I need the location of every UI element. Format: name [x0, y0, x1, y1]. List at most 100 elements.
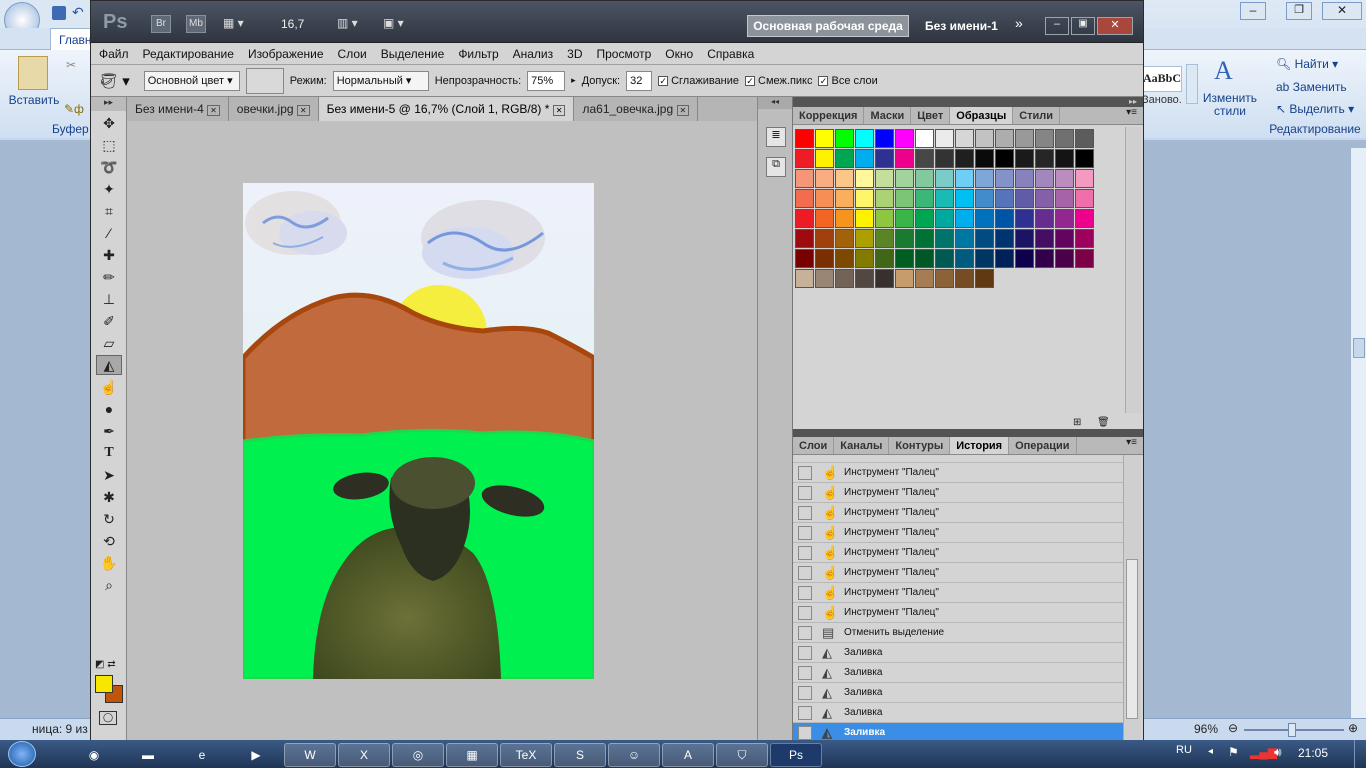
paste-icon[interactable] [18, 56, 48, 90]
history-snapshot-checkbox[interactable] [798, 485, 812, 500]
default-colors-icon[interactable]: ◩ ⇄ [95, 659, 116, 670]
color-swatch[interactable] [1035, 209, 1054, 228]
color-swatch[interactable] [1055, 189, 1074, 208]
menu-filter[interactable]: Фильтр [458, 47, 498, 61]
color-swatch[interactable] [1035, 249, 1054, 268]
antialias-checkbox[interactable]: ✓ Сглаживание [658, 75, 739, 87]
move-tool-icon[interactable]: ✥ [96, 113, 122, 133]
color-swatch[interactable] [815, 189, 834, 208]
history-scroll-thumb[interactable] [1126, 559, 1138, 719]
zoom-tool-icon[interactable]: ⌕ [96, 575, 122, 595]
paint-bucket-tool-preset-icon[interactable]: 🪣︎ ▾ [99, 72, 130, 90]
history-state[interactable]: ◭ Заливка [793, 703, 1123, 723]
tab-paths[interactable]: Контуры [889, 437, 951, 454]
color-swatch[interactable] [815, 269, 834, 288]
clone-stamp-tool-icon[interactable]: ⊥ [96, 289, 122, 309]
all-layers-checkbox[interactable]: ✓ Все слои [818, 75, 878, 87]
history-state[interactable]: ☝ Инструмент "Палец" [793, 563, 1123, 583]
bridge-button[interactable]: Br [151, 15, 171, 33]
color-swatch[interactable] [855, 229, 874, 248]
opacity-slider-toggle[interactable]: ▸ [571, 75, 576, 86]
color-swatch[interactable] [915, 189, 934, 208]
color-swatch[interactable] [815, 149, 834, 168]
history-snapshot-checkbox[interactable] [798, 465, 812, 480]
photoshop-icon[interactable]: Ps [770, 743, 822, 767]
color-swatch[interactable] [835, 189, 854, 208]
panel-menu-icon[interactable]: ▾≡ [1126, 107, 1143, 124]
color-swatch[interactable] [1055, 149, 1074, 168]
color-swatch[interactable] [955, 149, 974, 168]
color-swatch[interactable] [875, 169, 894, 188]
color-swatch[interactable] [855, 249, 874, 268]
change-styles-icon[interactable]: A [1214, 56, 1233, 86]
history-state[interactable]: ☝ Инструмент "Палец" [793, 583, 1123, 603]
color-swatch[interactable] [895, 209, 914, 228]
style-gallery-scroll[interactable] [1186, 64, 1198, 104]
color-swatch[interactable] [895, 169, 914, 188]
color-swatch[interactable] [855, 149, 874, 168]
color-swatch[interactable] [875, 209, 894, 228]
mode-select[interactable]: Нормальный ▾ [332, 70, 429, 91]
screen-mode-button[interactable]: ▣ ▾ [383, 16, 404, 30]
history-state[interactable]: ◭ Заливка [793, 683, 1123, 703]
magic-wand-tool-icon[interactable]: ✦ [96, 179, 122, 199]
color-swatch[interactable] [855, 169, 874, 188]
history-state[interactable]: ☝ Инструмент "Палец" [793, 503, 1123, 523]
ps-maximize-icon[interactable]: ▣ [1071, 17, 1095, 35]
color-swatch[interactable] [835, 249, 854, 268]
history-state[interactable]: ☝ Инструмент "Палец" [793, 603, 1123, 623]
color-swatch[interactable] [815, 129, 834, 148]
zoom-in-icon[interactable]: ⊕ [1348, 721, 1358, 735]
dock-expand-icon[interactable]: ◂◂ [758, 97, 792, 109]
format-painter-icon[interactable]: ✎ф [64, 102, 84, 116]
skype-icon[interactable]: S [554, 743, 606, 767]
color-swatch[interactable] [835, 149, 854, 168]
color-swatch[interactable] [1035, 129, 1054, 148]
color-swatch[interactable] [895, 149, 914, 168]
color-swatch[interactable] [1035, 229, 1054, 248]
color-swatch[interactable] [795, 129, 814, 148]
color-swatch[interactable] [935, 269, 954, 288]
delete-swatch-icon[interactable]: 🗑︎ [1097, 417, 1110, 428]
word-icon[interactable]: W [284, 743, 336, 767]
color-swatch[interactable] [1055, 209, 1074, 228]
color-swatch[interactable] [915, 149, 934, 168]
color-swatch[interactable] [935, 209, 954, 228]
color-swatch[interactable] [995, 209, 1014, 228]
color-swatch[interactable] [1015, 169, 1034, 188]
restore-icon[interactable]: ❐ [1286, 2, 1312, 20]
color-swatch[interactable] [895, 229, 914, 248]
3d-orbit-tool-icon[interactable]: ⟲ [96, 531, 122, 551]
eraser-tool-icon[interactable]: ▱ [96, 333, 122, 353]
color-swatch[interactable] [915, 169, 934, 188]
marquee-tool-icon[interactable]: ⬚ [96, 135, 122, 155]
action-center-icon[interactable]: ⚑ [1228, 745, 1239, 759]
chrome-icon[interactable]: ◎ [392, 743, 444, 767]
color-swatch[interactable] [975, 169, 994, 188]
paste-button[interactable]: Вставить [4, 93, 64, 107]
history-state[interactable]: ◭ Заливка [793, 723, 1123, 741]
color-swatch[interactable] [975, 149, 994, 168]
color-swatch[interactable] [795, 229, 814, 248]
history-snapshot-checkbox[interactable] [798, 645, 812, 660]
show-desktop-button[interactable] [1354, 740, 1366, 768]
lasso-tool-icon[interactable]: ➰ [96, 157, 122, 177]
color-swatch[interactable] [995, 229, 1014, 248]
tab-actions[interactable]: Операции [1009, 437, 1077, 454]
tab-masks[interactable]: Маски [864, 107, 912, 124]
color-swatch[interactable] [875, 189, 894, 208]
close-icon[interactable]: ✕ [1322, 2, 1362, 20]
color-swatch[interactable] [1075, 229, 1094, 248]
toolbox-collapse-icon[interactable]: ▸▸ [91, 97, 126, 111]
color-swatch[interactable] [935, 149, 954, 168]
tolerance-input[interactable]: 32 [626, 70, 653, 91]
history-snapshot-checkbox[interactable] [798, 585, 812, 600]
workspace-switcher[interactable]: Основная рабочая среда [747, 15, 909, 37]
menu-window[interactable]: Окно [665, 47, 693, 61]
menu-image[interactable]: Изображение [248, 47, 324, 61]
people-icon[interactable]: ☺ [608, 743, 660, 767]
crop-tool-icon[interactable]: ⌗ [96, 201, 122, 221]
shape-tool-icon[interactable]: ✱ [96, 487, 122, 507]
history-snapshot-checkbox[interactable] [798, 705, 812, 720]
color-swatch[interactable] [815, 249, 834, 268]
